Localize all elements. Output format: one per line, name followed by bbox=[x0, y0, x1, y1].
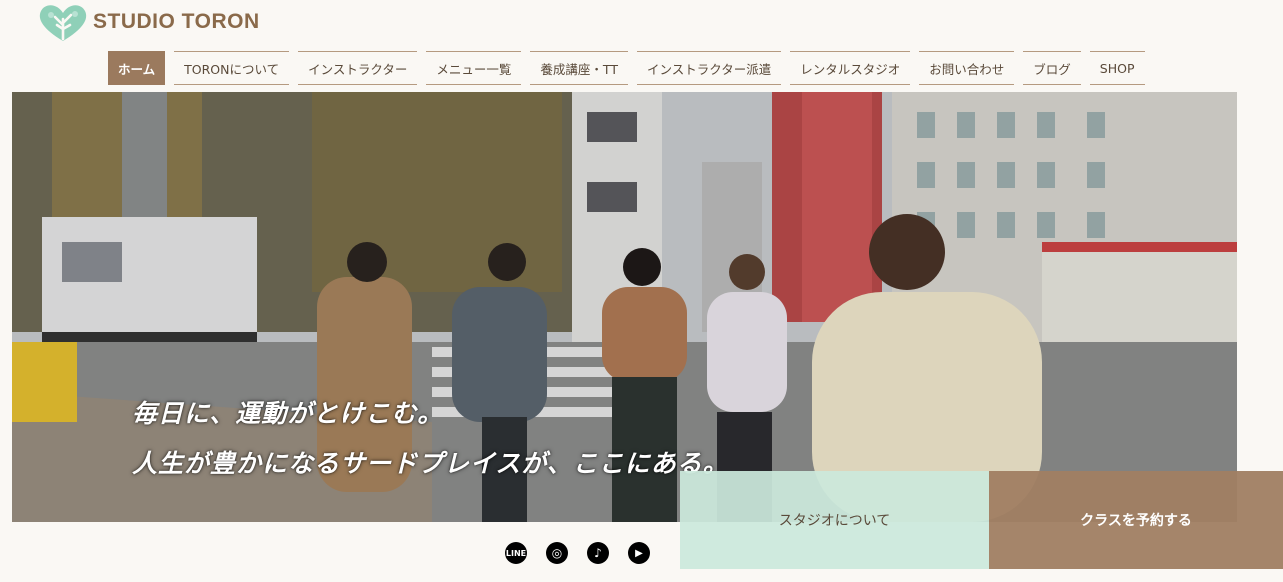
nav-item-home[interactable]: ホーム bbox=[108, 51, 166, 85]
hero-tagline-1: 毎日に、運動がとけこむ。 bbox=[132, 399, 444, 428]
youtube-icon[interactable]: ▶ bbox=[628, 542, 650, 564]
social-links: LINE ◎ ♪ ▶ bbox=[505, 542, 650, 564]
book-class-button[interactable]: クラスを予約する bbox=[989, 471, 1283, 569]
nav-item-contact[interactable]: お問い合わせ bbox=[919, 51, 1015, 85]
studio-about-button[interactable]: スタジオについて bbox=[680, 471, 989, 569]
nav-item-menu[interactable]: メニュー一覧 bbox=[426, 51, 522, 85]
nav-item-training[interactable]: 養成講座・TT bbox=[530, 51, 628, 85]
nav-item-dispatch[interactable]: インストラクター派遣 bbox=[636, 51, 782, 85]
hero-tagline-2: 人生が豊かになるサードプレイスが、ここにある。 bbox=[132, 449, 729, 478]
instagram-icon[interactable]: ◎ bbox=[546, 542, 568, 564]
heart-tree-logo-icon bbox=[37, 1, 89, 43]
nav-item-rental[interactable]: レンタルスタジオ bbox=[790, 51, 911, 85]
main-nav: ホーム TORONについて インストラクター メニュー一覧 養成講座・TT イン… bbox=[108, 51, 1145, 85]
tiktok-icon[interactable]: ♪ bbox=[587, 542, 609, 564]
site-logo[interactable]: STUDIO TORON bbox=[37, 1, 260, 43]
nav-item-shop[interactable]: SHOP bbox=[1089, 51, 1145, 85]
hero-video: 毎日に、運動がとけこむ。 人生が豊かになるサードプレイスが、ここにある。 bbox=[12, 92, 1237, 522]
nav-item-instructors[interactable]: インストラクター bbox=[298, 51, 418, 85]
nav-item-about[interactable]: TORONについて bbox=[174, 51, 290, 85]
brand-name: STUDIO TORON bbox=[93, 10, 260, 33]
nav-item-blog[interactable]: ブログ bbox=[1023, 51, 1081, 85]
line-icon[interactable]: LINE bbox=[505, 542, 527, 564]
